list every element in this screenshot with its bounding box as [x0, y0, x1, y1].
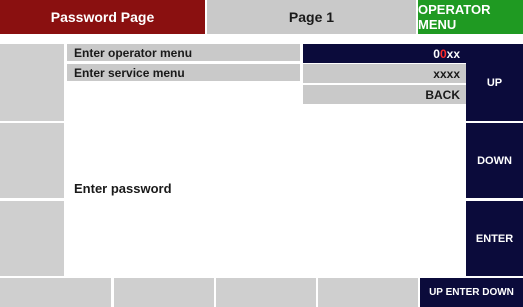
down-button[interactable]: DOWN: [466, 123, 523, 198]
menu-item-service[interactable]: Enter service menu: [67, 64, 300, 81]
page-title: Password Page: [0, 0, 205, 34]
password-mask: xx: [446, 46, 460, 61]
bottom-button-4[interactable]: [318, 278, 418, 307]
up-button[interactable]: UP: [466, 44, 523, 121]
password-digit: 0: [433, 46, 440, 61]
menu-item-operator[interactable]: Enter operator menu: [67, 44, 300, 61]
bottom-button-1[interactable]: [0, 278, 111, 307]
password-mask: xxxx: [433, 66, 460, 81]
password-digit-active: 0: [439, 46, 447, 61]
password-prompt: Enter password: [74, 181, 172, 196]
operator-menu-button[interactable]: OPERATOR MENU: [418, 0, 523, 34]
menu-item-label: Enter service menu: [74, 65, 185, 80]
menu-item-label: Enter operator menu: [74, 45, 193, 60]
back-button[interactable]: BACK: [303, 85, 467, 104]
enter-button[interactable]: ENTER: [466, 201, 523, 276]
service-password-field[interactable]: xxxx: [303, 64, 467, 83]
side-button-2[interactable]: [0, 123, 64, 198]
nav-hint-button[interactable]: UP ENTER DOWN: [420, 278, 523, 307]
side-button-3[interactable]: [0, 201, 64, 276]
bottom-button-2[interactable]: [114, 278, 214, 307]
page-indicator: Page 1: [207, 0, 416, 34]
operator-password-field[interactable]: 0 0 xx: [303, 44, 467, 63]
back-label: BACK: [425, 87, 460, 102]
side-button-1[interactable]: [0, 44, 64, 121]
bottom-button-3[interactable]: [216, 278, 316, 307]
